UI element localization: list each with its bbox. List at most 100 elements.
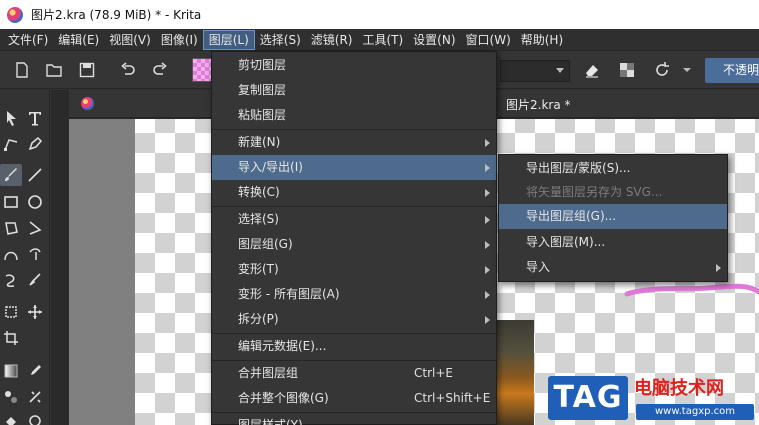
canvas-margin [69, 119, 135, 425]
menu-item-convert[interactable]: 转换(C) [212, 180, 496, 205]
bezier-curve-icon[interactable] [0, 243, 22, 265]
freehand-path-icon[interactable] [24, 243, 46, 265]
menu-item-label: 合并图层组 [238, 366, 299, 380]
fill-tool-icon[interactable] [0, 410, 22, 425]
menu-file[interactable]: 文件(F) [3, 30, 53, 50]
menu-item-edit-metadata[interactable]: 编辑元数据(E)... [212, 334, 496, 359]
edit-shapes-icon[interactable] [0, 133, 22, 155]
menu-item-label: 转换(C) [238, 185, 280, 199]
menu-layer[interactable]: 图层(L) [202, 29, 255, 50]
alpha-lock-icon[interactable] [617, 60, 637, 80]
new-document-icon[interactable] [12, 60, 32, 80]
eraser-icon[interactable] [582, 60, 602, 80]
gradient-tool-icon[interactable] [0, 360, 22, 382]
chevron-down-icon[interactable] [681, 60, 693, 80]
submenu-arrow-icon [485, 216, 490, 224]
menu-item-select[interactable]: 选择(S) [212, 207, 496, 232]
title-bar: 图片2.kra (78.9 MiB) * - Krita [0, 0, 759, 29]
menu-item-split[interactable]: 拆分(P) [212, 307, 496, 332]
menu-filter[interactable]: 滤镜(R) [306, 30, 358, 50]
menu-bar: 文件(F) 编辑(E) 视图(V) 图像(I) 图层(L) 选择(S) 滤镜(R… [0, 29, 759, 51]
rectangle-tool-icon[interactable] [0, 191, 22, 213]
menu-view[interactable]: 视图(V) [104, 30, 156, 50]
menu-item-export-group[interactable]: 导出图层组(G)... [499, 204, 727, 229]
menu-item-label: 变形 - 所有图层(A) [238, 287, 340, 301]
shortcut-label: Ctrl+E [414, 366, 453, 380]
menu-item-import-export[interactable]: 导入/导出(I) [212, 155, 496, 180]
menu-item-flatten-image[interactable]: 合并整个图像(G) Ctrl+Shift+E [212, 386, 496, 411]
submenu-arrow-icon [716, 264, 721, 272]
watermark-url: www.tagxp.com [636, 404, 754, 420]
freehand-brush-icon[interactable] [0, 164, 22, 186]
menu-item-merge-group[interactable]: 合并图层组 Ctrl+E [212, 361, 496, 386]
menu-item-label: 拆分(P) [238, 312, 279, 326]
layer-menu-dropdown: 剪切图层 复制图层 粘贴图层 新建(N) 导入/导出(I) 转换(C) 选择(S… [211, 51, 497, 425]
submenu-arrow-icon [485, 266, 490, 274]
menu-item-export-layer[interactable]: 导出图层/蒙版(S)... [499, 156, 727, 181]
menu-item-label: 变形(T) [238, 262, 279, 276]
assistant-tool-icon[interactable] [24, 410, 46, 425]
menu-item-import[interactable]: 导入 [499, 255, 727, 280]
toolbox-panel [0, 90, 50, 425]
refresh-icon[interactable] [652, 60, 672, 80]
undo-icon[interactable] [118, 60, 138, 80]
menu-item-label: 导入/导出(I) [238, 160, 303, 174]
menu-image[interactable]: 图像(I) [156, 30, 203, 50]
opacity-control[interactable]: 不透明 [705, 58, 759, 83]
menu-settings[interactable]: 设置(N) [408, 30, 460, 50]
calligraphy-icon[interactable] [24, 133, 46, 155]
watermark-logo: TAG [548, 376, 628, 420]
menu-item-transform-all[interactable]: 变形 - 所有图层(A) [212, 282, 496, 307]
polyline-tool-icon[interactable] [24, 217, 46, 239]
menu-edit[interactable]: 编辑(E) [53, 30, 104, 50]
watermark-site-name: 电脑技术网 [634, 378, 724, 399]
multibrush-icon[interactable] [24, 269, 46, 291]
move-tool-icon[interactable] [24, 301, 46, 323]
menu-item-label: 选择(S) [238, 212, 279, 226]
menu-select[interactable]: 选择(S) [255, 30, 306, 50]
menu-item-copy-layer[interactable]: 复制图层 [212, 78, 496, 103]
menu-item-label: 图层组(G) [238, 237, 293, 251]
crop-icon[interactable] [0, 327, 22, 349]
menu-tools[interactable]: 工具(T) [357, 30, 408, 50]
submenu-arrow-icon [485, 241, 490, 249]
menu-item-label: 导入 [526, 260, 551, 274]
menu-item-transform[interactable]: 变形(T) [212, 257, 496, 282]
colorize-mask-icon[interactable] [0, 386, 22, 408]
select-shapes-icon[interactable] [0, 107, 22, 129]
submenu-arrow-icon [485, 316, 490, 324]
dynamic-brush-icon[interactable] [0, 269, 22, 291]
submenu-arrow-icon [485, 164, 490, 172]
chevron-down-icon [556, 68, 564, 73]
menu-item-cut-layer[interactable]: 剪切图层 [212, 53, 496, 78]
import-export-submenu: 导出图层/蒙版(S)... 将矢量图层另存为 SVG... 导出图层组(G)..… [498, 154, 728, 282]
smart-patch-icon[interactable] [24, 386, 46, 408]
menu-item-new[interactable]: 新建(N) [212, 130, 496, 155]
menu-item-save-vector-svg: 将矢量图层另存为 SVG... [526, 185, 663, 199]
line-tool-icon[interactable] [24, 164, 46, 186]
crop-tool-icon[interactable] [0, 301, 22, 323]
color-picker-icon[interactable] [24, 360, 46, 382]
save-icon[interactable] [77, 60, 97, 80]
open-folder-icon[interactable] [44, 60, 64, 80]
photo-layer-image [496, 320, 534, 425]
menu-help[interactable]: 帮助(H) [516, 30, 568, 50]
window-title: 图片2.kra (78.9 MiB) * - Krita [31, 8, 202, 22]
menu-item-import-layer[interactable]: 导入图层(M)... [499, 230, 727, 255]
krita-logo-icon [7, 6, 23, 23]
polygon-tool-icon[interactable] [0, 217, 22, 239]
redo-icon[interactable] [150, 60, 170, 80]
menu-item-group[interactable]: 图层组(G) [212, 232, 496, 257]
blend-mode-dropdown[interactable] [500, 60, 570, 82]
menu-item-layer-style[interactable]: 图层样式(Y)... [212, 413, 496, 425]
text-tool-icon[interactable] [24, 107, 46, 129]
ellipse-tool-icon[interactable] [24, 191, 46, 213]
menu-item-paste-layer[interactable]: 粘贴图层 [212, 103, 496, 128]
document-tab[interactable]: 图片2.kra * [506, 96, 571, 113]
pink-brush-stroke [624, 283, 759, 297]
shortcut-label: Ctrl+Shift+E [414, 391, 491, 405]
krita-document-icon [81, 97, 94, 110]
menu-item-label: 合并整个图像(G) [238, 391, 329, 405]
submenu-arrow-icon [485, 291, 490, 299]
menu-window[interactable]: 窗口(W) [461, 30, 516, 50]
